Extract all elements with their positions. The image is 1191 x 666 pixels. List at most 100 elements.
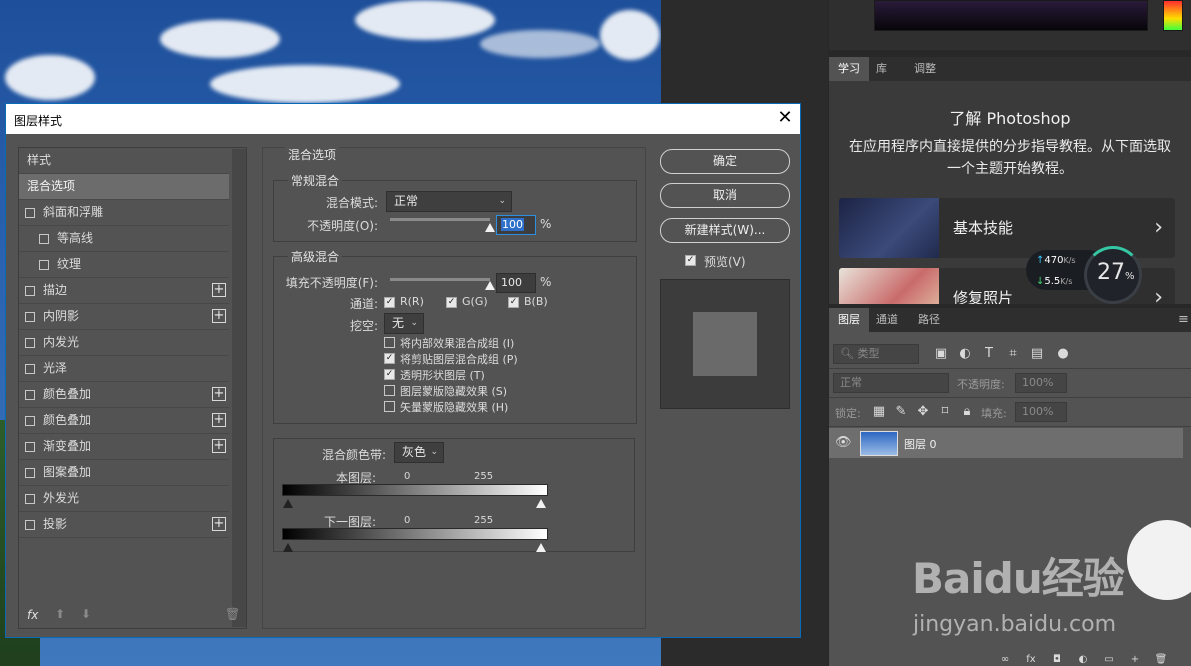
tab-library[interactable]: 库	[867, 57, 896, 81]
style-item-checkbox[interactable]	[25, 442, 35, 452]
filter-type-icon[interactable]: T	[981, 346, 997, 362]
style-item[interactable]: 内阴影 +	[19, 304, 229, 330]
add-effect-icon[interactable]: +	[212, 517, 226, 531]
ok-button[interactable]: 确定	[660, 149, 790, 174]
add-effect-icon[interactable]: +	[212, 413, 226, 427]
fill-input[interactable]: 100%	[1015, 402, 1067, 422]
style-item[interactable]: 纹理	[19, 252, 229, 278]
opacity-input[interactable]: 100%	[1015, 373, 1067, 393]
option-checkbox[interactable]: ✓	[384, 353, 395, 364]
fx-icon[interactable]: fx	[1023, 652, 1039, 666]
filter-toggle-icon[interactable]: ●	[1055, 346, 1071, 362]
lock-artboard-icon[interactable]: ⌑	[937, 404, 953, 420]
this-layer-white-thumb[interactable]	[536, 499, 546, 508]
style-list-scrollbar[interactable]	[232, 149, 246, 627]
this-layer-black-thumb[interactable]	[283, 499, 293, 508]
blend-mode-select[interactable]: 正常 ⌄	[386, 191, 512, 212]
fill-slider-track[interactable]	[390, 278, 490, 281]
style-item[interactable]: 样式	[19, 148, 229, 174]
style-item-checkbox[interactable]	[25, 208, 35, 218]
eye-icon[interactable]: 👁︎	[835, 435, 852, 451]
style-item-checkbox[interactable]	[25, 520, 35, 530]
layer-row[interactable]: 👁︎ 图层 0	[829, 428, 1183, 458]
style-item[interactable]: 混合选项	[19, 174, 229, 200]
knockout-select[interactable]: 无 ⌄	[384, 313, 424, 334]
fill-opacity-input[interactable]: 100	[496, 273, 536, 293]
link-icon[interactable]: ∞	[997, 652, 1013, 666]
filter-shape-icon[interactable]: ⌗	[1005, 346, 1021, 362]
network-speed-widget: ↑470K/s ↓5.5K/s 27%	[1026, 246, 1142, 304]
add-effect-icon[interactable]: +	[212, 387, 226, 401]
style-item[interactable]: 渐变叠加 +	[19, 434, 229, 460]
trash-icon[interactable]: 🗑︎	[1153, 652, 1169, 666]
style-item-checkbox[interactable]	[25, 468, 35, 478]
move-down-icon[interactable]: ⬇	[81, 607, 91, 621]
style-item-checkbox[interactable]	[25, 494, 35, 504]
opacity-input[interactable]: 100	[496, 215, 536, 235]
adjustment-icon[interactable]: ◐	[1075, 652, 1091, 666]
style-item[interactable]: 等高线	[19, 226, 229, 252]
filter-adjustment-icon[interactable]: ◐	[957, 346, 973, 362]
preview-checkbox[interactable]: ✓	[685, 255, 696, 266]
move-up-icon[interactable]: ⬆	[55, 607, 65, 621]
channel-g-checkbox[interactable]: ✓	[446, 297, 457, 308]
style-item[interactable]: 颜色叠加 +	[19, 382, 229, 408]
add-effect-icon[interactable]: +	[212, 309, 226, 323]
layer-name[interactable]: 图层 0	[904, 436, 937, 452]
channel-b-checkbox[interactable]: ✓	[508, 297, 519, 308]
style-item-checkbox[interactable]	[25, 364, 35, 374]
blend-mode-select[interactable]: 正常	[833, 373, 949, 393]
below-layer-white-thumb[interactable]	[536, 543, 546, 552]
option-checkbox[interactable]	[384, 385, 395, 396]
channel-r-checkbox[interactable]: ✓	[384, 297, 395, 308]
option-checkbox[interactable]	[384, 337, 395, 348]
lock-position-icon[interactable]: ✥	[915, 404, 931, 420]
add-effect-icon[interactable]: +	[212, 439, 226, 453]
style-item[interactable]: 光泽	[19, 356, 229, 382]
add-effect-icon[interactable]: +	[212, 283, 226, 297]
filter-smart-object-icon[interactable]: ▤	[1029, 346, 1045, 362]
panel-menu-icon[interactable]: ≡	[1169, 308, 1191, 332]
folder-icon[interactable]: ▭	[1101, 652, 1117, 666]
below-layer-black-thumb[interactable]	[283, 543, 293, 552]
mask-icon[interactable]: ◘	[1049, 652, 1065, 666]
style-item[interactable]: 内发光	[19, 330, 229, 356]
style-item[interactable]: 颜色叠加 +	[19, 408, 229, 434]
style-item[interactable]: 描边 +	[19, 278, 229, 304]
tab-layers[interactable]: 图层	[829, 308, 869, 332]
fill-slider-thumb[interactable]	[485, 281, 495, 290]
hue-slider[interactable]	[1163, 0, 1183, 31]
opacity-slider-thumb[interactable]	[485, 223, 495, 232]
lock-transparent-icon[interactable]: ▦	[871, 404, 887, 420]
style-item[interactable]: 投影 +	[19, 512, 229, 538]
fx-icon[interactable]: fx	[27, 608, 38, 622]
style-item[interactable]: 图案叠加	[19, 460, 229, 486]
filter-pixel-icon[interactable]: ▣	[933, 346, 949, 362]
color-field[interactable]	[874, 0, 1148, 31]
tab-paths[interactable]: 路径	[909, 308, 949, 332]
tab-channels[interactable]: 通道	[867, 308, 907, 332]
style-item-checkbox[interactable]	[25, 416, 35, 426]
style-item-checkbox[interactable]	[25, 338, 35, 348]
lock-image-icon[interactable]: ✎	[893, 404, 909, 420]
new-layer-icon[interactable]: +	[1127, 652, 1143, 666]
tab-adjustments[interactable]: 调整	[905, 57, 945, 81]
style-item-checkbox[interactable]	[25, 286, 35, 296]
style-item-checkbox[interactable]	[39, 234, 49, 244]
opacity-slider-track[interactable]	[390, 218, 490, 221]
option-checkbox[interactable]	[384, 401, 395, 412]
style-item[interactable]: 斜面和浮雕	[19, 200, 229, 226]
layer-filter-select[interactable]: 🔍︎ 类型	[833, 344, 919, 364]
style-item-checkbox[interactable]	[39, 260, 49, 270]
option-checkbox[interactable]: ✓	[384, 369, 395, 380]
tab-learn[interactable]: 学习	[829, 57, 869, 81]
trash-icon[interactable]: 🗑︎	[225, 607, 240, 621]
cancel-button[interactable]: 取消	[660, 183, 790, 208]
style-item-checkbox[interactable]	[25, 312, 35, 322]
blend-if-select[interactable]: 灰色 ⌄	[394, 442, 444, 463]
lock-all-icon[interactable]: 🔒︎	[959, 404, 975, 420]
close-icon[interactable]: ✕	[774, 107, 796, 129]
new-style-button[interactable]: 新建样式(W)...	[660, 218, 790, 243]
style-item-checkbox[interactable]	[25, 390, 35, 400]
style-item[interactable]: 外发光	[19, 486, 229, 512]
